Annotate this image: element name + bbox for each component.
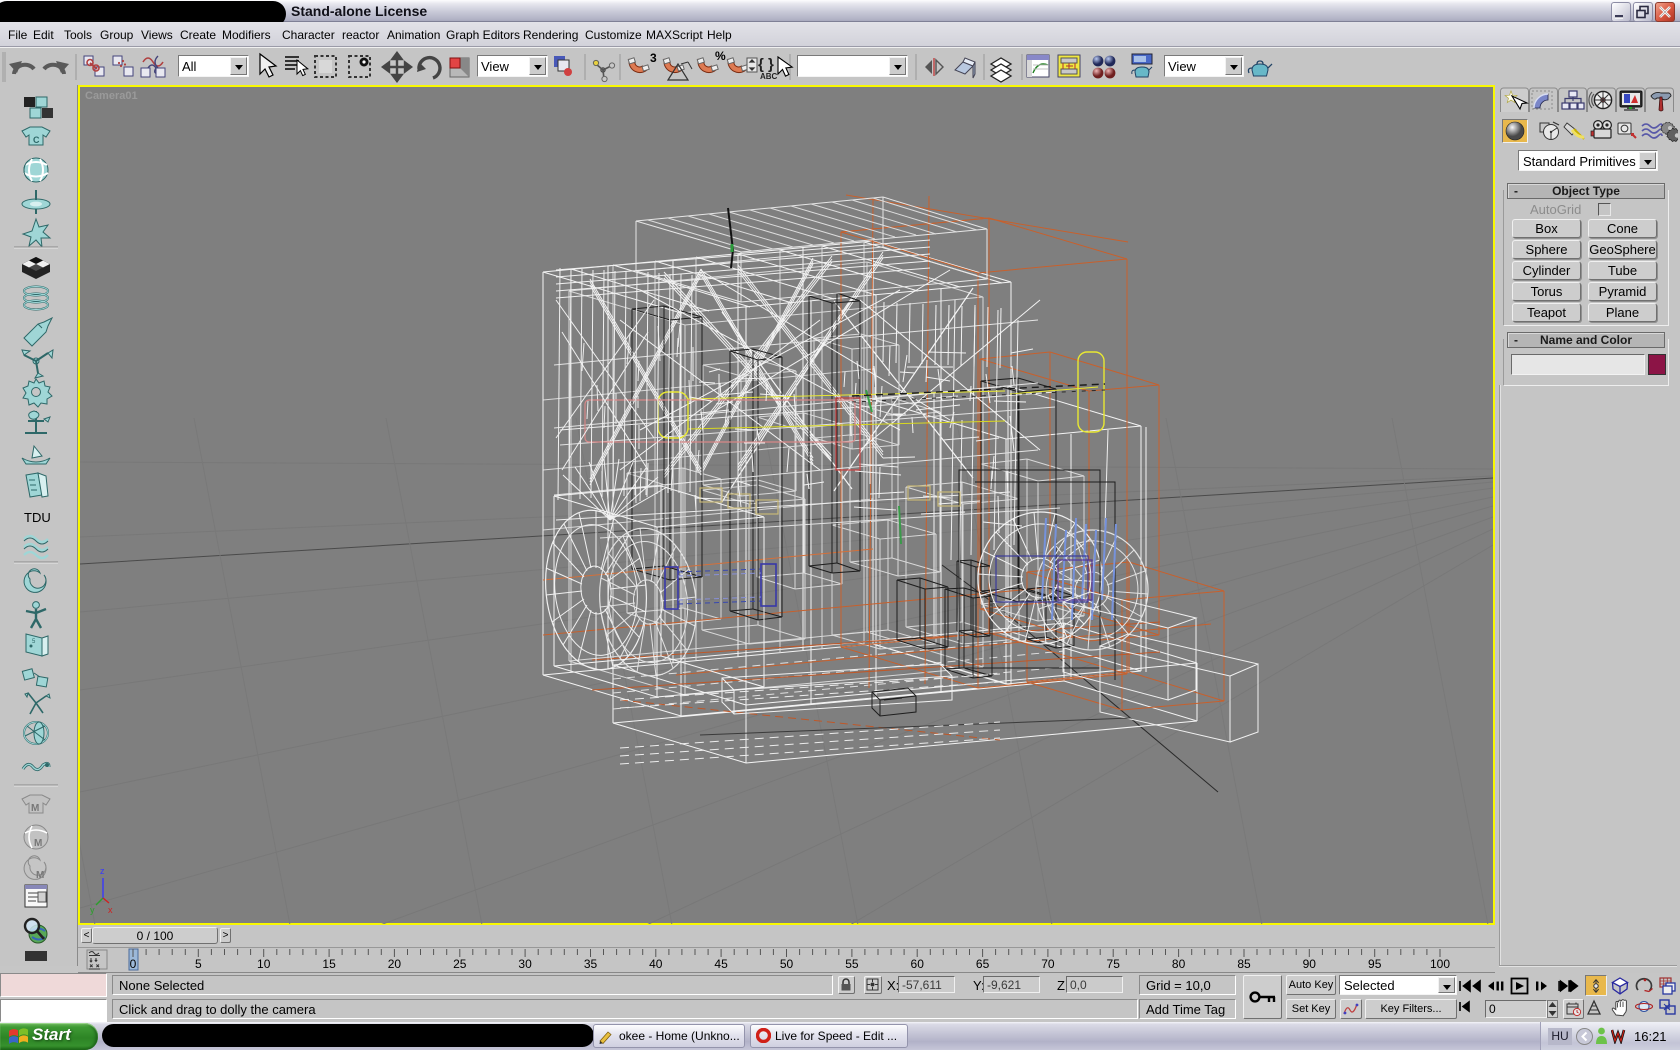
svg-text:30: 30 (518, 957, 532, 971)
svg-text:80: 80 (1172, 957, 1186, 971)
svg-text:95: 95 (1368, 957, 1382, 971)
svg-text:10: 10 (257, 957, 271, 971)
svg-text:35: 35 (584, 957, 598, 971)
svg-text:50: 50 (780, 957, 794, 971)
svg-text:65: 65 (976, 957, 990, 971)
svg-text:15: 15 (322, 957, 336, 971)
svg-text:20: 20 (388, 957, 402, 971)
svg-text:M: M (36, 870, 44, 881)
svg-text:ABC: ABC (760, 72, 778, 81)
svg-text:70: 70 (1041, 957, 1055, 971)
svg-text:25: 25 (453, 957, 467, 971)
svg-text:{ }: { } (758, 56, 774, 73)
svg-text:C: C (33, 135, 40, 145)
svg-text:45: 45 (714, 957, 728, 971)
svg-text:85: 85 (1237, 957, 1251, 971)
svg-text:x: x (108, 905, 113, 915)
svg-text:75: 75 (1107, 957, 1121, 971)
svg-text:55: 55 (845, 957, 859, 971)
svg-text:100: 100 (1430, 957, 1450, 971)
svg-text:M: M (34, 838, 42, 849)
svg-text:90: 90 (1303, 957, 1317, 971)
svg-text:%: % (715, 49, 726, 63)
svg-text:z: z (100, 866, 105, 876)
svg-text:3: 3 (650, 51, 657, 65)
svg-text:60: 60 (911, 957, 925, 971)
svg-text:5: 5 (195, 957, 202, 971)
svg-text:TDU: TDU (24, 510, 51, 525)
svg-text:y: y (90, 905, 95, 915)
svg-text:40: 40 (649, 957, 663, 971)
svg-text:M: M (31, 803, 39, 814)
svg-text:0: 0 (130, 957, 137, 971)
